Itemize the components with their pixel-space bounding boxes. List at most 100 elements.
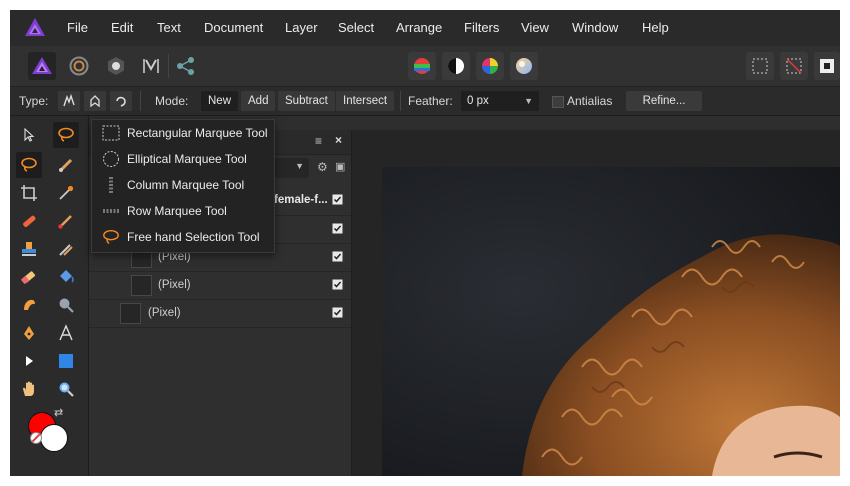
zoom-tool[interactable] <box>53 376 79 402</box>
feather-value: 0 px <box>467 95 489 107</box>
feather-input[interactable]: 0 px ▼ <box>461 91 539 111</box>
refine-button[interactable]: Refine... <box>626 91 702 111</box>
antialias-checkbox[interactable] <box>552 96 564 108</box>
mode-intersect-button[interactable]: Intersect <box>336 91 395 111</box>
row-marquee-icon <box>102 202 120 220</box>
polygonal-type-button[interactable] <box>84 91 106 111</box>
marquee-all-icon <box>752 58 768 74</box>
brush-tool[interactable] <box>53 208 79 234</box>
antialias-label: Antialias <box>567 94 613 108</box>
freehand-type-button[interactable] <box>58 91 80 111</box>
menu-layer[interactable]: Layer <box>285 20 318 35</box>
text-tool[interactable] <box>53 320 79 346</box>
row-marquee-item[interactable]: Row Marquee Tool <box>92 198 274 224</box>
brushes-icon <box>59 244 73 256</box>
gear-icon[interactable]: ⚙ <box>317 160 328 174</box>
black-white-button[interactable] <box>442 52 470 80</box>
blur-tool[interactable] <box>53 292 79 318</box>
deselect-button[interactable] <box>780 52 808 80</box>
photo-canvas[interactable] <box>382 167 840 476</box>
deselect-icon <box>786 58 802 74</box>
menu-arrange[interactable]: Arrange <box>396 20 442 35</box>
panel-menu-icon[interactable]: ≡ <box>315 134 322 148</box>
no-color-icon[interactable] <box>30 432 42 444</box>
rectangular-marquee-item[interactable]: Rectangular Marquee Tool <box>92 120 274 146</box>
column-marquee-item[interactable]: Column Marquee Tool <box>92 172 274 198</box>
chevron-down-icon[interactable]: ▼ <box>524 91 533 111</box>
tone-mapping-persona-button[interactable] <box>137 52 165 80</box>
color-swatches[interactable]: ⇄ <box>28 407 72 456</box>
ellipse-marquee-icon <box>102 150 120 168</box>
menu-window[interactable]: Window <box>572 20 618 35</box>
tone-mapping-persona-icon <box>143 59 159 73</box>
fill-tool[interactable] <box>53 264 79 290</box>
magnetic-type-button[interactable] <box>110 91 132 111</box>
select-all-button[interactable] <box>746 52 774 80</box>
color-picker-tool[interactable] <box>53 180 79 206</box>
canvas-area[interactable] <box>352 130 840 476</box>
crop-tool[interactable] <box>16 180 42 206</box>
invert-selection-icon <box>820 59 834 73</box>
eraser-icon <box>21 271 36 284</box>
magnifier-grey-icon <box>59 298 74 313</box>
erase-tool[interactable] <box>16 264 42 290</box>
menu-view[interactable]: View <box>521 20 549 35</box>
move-tool[interactable] <box>16 122 42 148</box>
node-tool[interactable] <box>16 348 42 374</box>
freehand-type-icon <box>63 94 75 107</box>
paint-brush-tool[interactable] <box>16 208 42 234</box>
layer-visibility-checkbox[interactable] <box>332 251 343 262</box>
layer-visibility-checkbox[interactable] <box>332 223 343 234</box>
menu-edit[interactable]: Edit <box>111 20 133 35</box>
layer-visibility-checkbox[interactable] <box>332 307 343 318</box>
layer-row-pixel-3[interactable]: (Pixel) <box>89 300 351 328</box>
feather-label: Feather: <box>408 94 453 108</box>
develop-persona-icon <box>108 57 124 75</box>
levels-button[interactable] <box>408 52 436 80</box>
selection-brush-tool[interactable] <box>53 152 79 178</box>
menu-select[interactable]: Select <box>338 20 374 35</box>
mode-subtract-button[interactable]: Subtract <box>278 91 335 111</box>
mode-new-button[interactable]: New <box>201 91 239 111</box>
menu-file[interactable]: File <box>67 20 88 35</box>
blend-mode-select[interactable]: ▼ <box>269 158 309 178</box>
lasso-icon <box>21 157 37 172</box>
smudge-icon <box>24 299 35 310</box>
freehand-selection-tool[interactable] <box>16 152 42 178</box>
smudge-tool[interactable] <box>16 292 42 318</box>
swap-colors-icon[interactable]: ⇄ <box>54 406 63 419</box>
close-icon[interactable]: × <box>335 133 342 147</box>
chevron-down-icon: ▼ <box>295 161 304 171</box>
rgb-levels-icon <box>414 58 430 74</box>
elliptical-marquee-item[interactable]: Elliptical Marquee Tool <box>92 146 274 172</box>
lock-icon[interactable]: ▣ <box>335 160 345 173</box>
secondary-color-swatch[interactable] <box>40 424 68 452</box>
menu-filters[interactable]: Filters <box>464 20 499 35</box>
selection-tool-group[interactable] <box>53 122 79 148</box>
develop-persona-button[interactable] <box>102 52 130 80</box>
clone-tool[interactable] <box>16 236 42 262</box>
export-persona-button[interactable] <box>172 52 200 80</box>
photo-persona-button[interactable] <box>28 52 56 80</box>
freehand-selection-item[interactable]: Free hand Selection Tool <box>92 224 274 250</box>
rectangle-tool[interactable] <box>53 348 79 374</box>
layer-row-pixel-2[interactable]: (Pixel) <box>89 272 351 300</box>
menu-document[interactable]: Document <box>204 20 263 35</box>
dodge-tool[interactable] <box>53 236 79 262</box>
flyout-item-label: Rectangular Marquee Tool <box>127 126 268 140</box>
white-balance-button[interactable] <box>510 52 538 80</box>
layer-visibility-checkbox[interactable] <box>332 279 343 290</box>
mode-add-button[interactable]: Add <box>241 91 276 111</box>
view-tool[interactable] <box>16 376 42 402</box>
color-wheel-icon <box>482 58 498 74</box>
menu-text[interactable]: Text <box>157 20 181 35</box>
mode-label: Mode: <box>155 94 189 108</box>
pen-tool[interactable] <box>16 320 42 346</box>
menu-help[interactable]: Help <box>642 20 669 35</box>
hsl-button[interactable] <box>476 52 504 80</box>
invert-selection-button[interactable] <box>814 52 840 80</box>
layer-thumbnail <box>131 275 152 296</box>
paint-bucket-icon <box>60 270 74 283</box>
layer-visibility-checkbox[interactable] <box>332 194 343 205</box>
liquify-persona-button[interactable] <box>65 52 93 80</box>
